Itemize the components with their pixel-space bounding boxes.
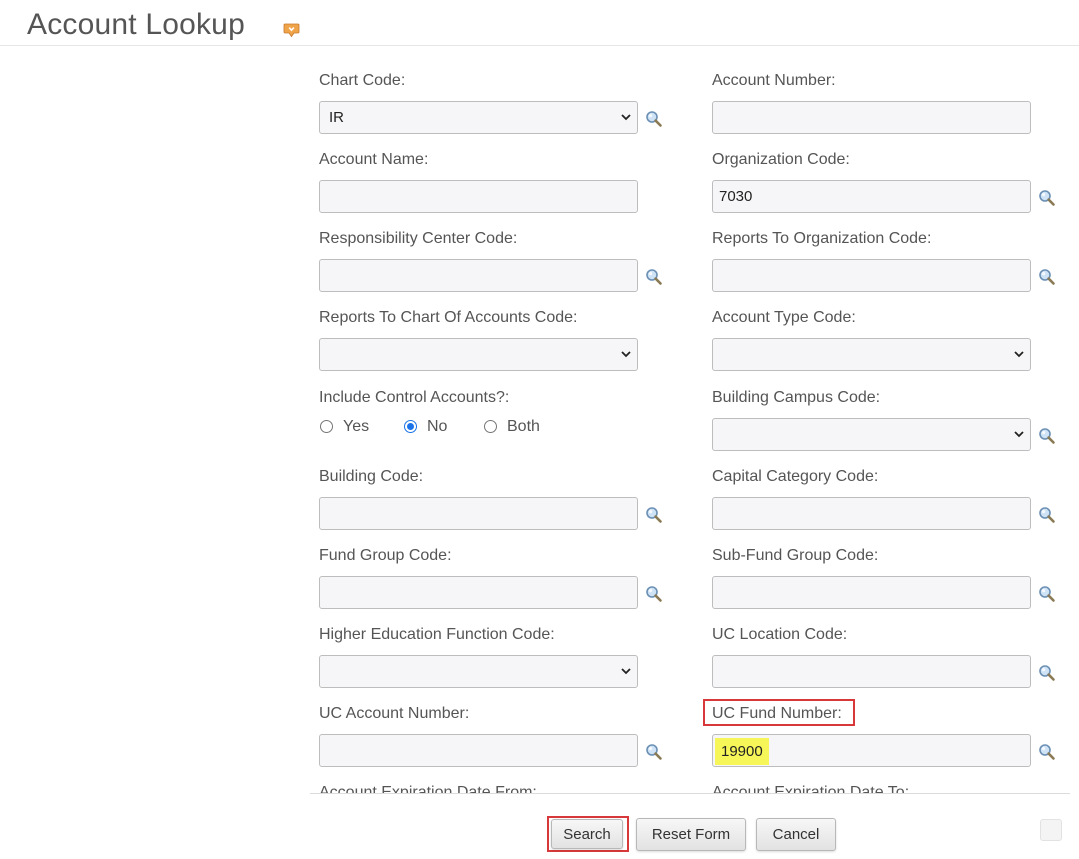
capital-category-input[interactable] (712, 497, 1031, 530)
radio-yes-label: Yes (343, 418, 370, 435)
sub-fund-group-field: Sub-Fund Group Code: (712, 546, 879, 609)
collapse-icon[interactable] (1040, 819, 1062, 841)
chevron-down-icon (1012, 427, 1026, 441)
uc-fund-number-field: UC Fund Number: 19900 (703, 699, 842, 767)
chevron-down-icon (619, 347, 633, 361)
uc-fund-number-lookup-icon[interactable] (1038, 743, 1056, 761)
chart-code-label: Chart Code: (319, 72, 406, 89)
sub-fund-group-input[interactable] (712, 576, 1031, 609)
uc-account-number-lookup-icon[interactable] (645, 743, 663, 761)
responsibility-center-label: Responsibility Center Code: (319, 230, 518, 247)
building-campus-field: Building Campus Code: (712, 388, 881, 451)
uc-location-input[interactable] (712, 655, 1031, 688)
uc-location-lookup-icon[interactable] (1038, 664, 1056, 682)
uc-fund-number-label-annotation (703, 699, 855, 726)
higher-ed-function-field: Higher Education Function Code: (319, 625, 638, 688)
capital-category-field: Capital Category Code: (712, 467, 879, 530)
account-type-label: Account Type Code: (712, 309, 856, 326)
uc-fund-number-value: 19900 (715, 738, 769, 765)
account-number-field: Account Number: (712, 71, 1031, 134)
uc-fund-number-input[interactable]: 19900 (712, 734, 1031, 767)
include-control-accounts-field: Include Control Accounts?: Yes No Both (319, 388, 540, 435)
building-campus-select[interactable] (712, 418, 1031, 451)
radio-both-label: Both (507, 418, 540, 435)
account-name-input[interactable] (319, 180, 638, 213)
uc-account-number-label: UC Account Number: (319, 705, 470, 722)
building-campus-label: Building Campus Code: (712, 389, 881, 406)
reports-to-chart-field: Reports To Chart Of Accounts Code: (319, 308, 638, 371)
uc-location-field: UC Location Code: (712, 625, 848, 688)
organization-code-label: Organization Code: (712, 151, 850, 168)
building-code-field: Building Code: (319, 467, 424, 530)
page-header: Account Lookup (0, 0, 1079, 46)
fund-group-field: Fund Group Code: (319, 546, 452, 609)
chevron-down-icon (1012, 347, 1026, 361)
sub-fund-group-label: Sub-Fund Group Code: (712, 547, 879, 564)
building-code-label: Building Code: (319, 468, 424, 485)
include-control-accounts-label: Include Control Accounts?: (319, 389, 510, 406)
search-button[interactable]: Search (551, 819, 623, 849)
cancel-button[interactable]: Cancel (756, 818, 836, 851)
uc-account-number-input[interactable] (319, 734, 638, 767)
lookup-form[interactable]: Chart Code: IR Account Number: Account N… (310, 46, 1070, 794)
reports-to-org-field: Reports To Organization Code: (712, 229, 932, 292)
reports-to-org-input[interactable] (712, 259, 1031, 292)
expiration-date-to-field: Account Expiration Date To: (712, 783, 910, 794)
reports-to-org-lookup-icon[interactable] (1038, 268, 1056, 286)
responsibility-center-field: Responsibility Center Code: (319, 229, 518, 292)
organization-code-field: Organization Code: (712, 150, 850, 213)
page-title: Account Lookup (27, 8, 245, 41)
radio-no-circle[interactable] (404, 420, 417, 433)
reports-to-org-label: Reports To Organization Code: (712, 230, 932, 247)
radio-no-label: No (427, 418, 448, 435)
chart-code-field: Chart Code: IR (319, 71, 406, 134)
chart-code-value: IR (329, 109, 344, 126)
building-code-input[interactable] (319, 497, 638, 530)
chart-code-select[interactable]: IR (319, 101, 638, 134)
reports-to-chart-label: Reports To Chart Of Accounts Code: (319, 309, 578, 326)
button-bar: Search Reset Form Cancel (310, 810, 1070, 859)
uc-account-number-field: UC Account Number: (319, 704, 470, 767)
account-number-label: Account Number: (712, 72, 836, 89)
radio-yes-circle[interactable] (320, 420, 333, 433)
chart-code-lookup-icon[interactable] (645, 110, 663, 128)
reset-form-button[interactable]: Reset Form (636, 818, 746, 851)
chevron-down-icon (619, 664, 633, 678)
account-number-input[interactable] (712, 101, 1031, 134)
higher-ed-function-label: Higher Education Function Code: (319, 626, 555, 643)
capital-category-lookup-icon[interactable] (1038, 506, 1056, 524)
expiration-date-from-label: Account Expiration Date From: (319, 784, 537, 794)
radio-both-circle[interactable] (484, 420, 497, 433)
uc-location-label: UC Location Code: (712, 626, 848, 643)
expiration-date-to-label: Account Expiration Date To: (712, 784, 910, 794)
capital-category-label: Capital Category Code: (712, 468, 879, 485)
fund-group-lookup-icon[interactable] (645, 585, 663, 603)
expiration-date-from-field: Account Expiration Date From: (319, 783, 537, 794)
account-name-label: Account Name: (319, 151, 429, 168)
account-name-field: Account Name: (319, 150, 638, 213)
building-code-lookup-icon[interactable] (645, 506, 663, 524)
organization-code-input[interactable] (712, 180, 1031, 213)
organization-code-lookup-icon[interactable] (1038, 189, 1056, 207)
fund-group-label: Fund Group Code: (319, 547, 452, 564)
higher-ed-function-select[interactable] (319, 655, 638, 688)
responsibility-center-input[interactable] (319, 259, 638, 292)
responsibility-center-lookup-icon[interactable] (645, 268, 663, 286)
sub-fund-group-lookup-icon[interactable] (1038, 585, 1056, 603)
account-type-select[interactable] (712, 338, 1031, 371)
building-campus-lookup-icon[interactable] (1038, 427, 1056, 445)
help-bubble-icon[interactable] (283, 22, 300, 38)
account-type-field: Account Type Code: (712, 308, 1031, 371)
chevron-down-icon (619, 110, 633, 124)
reports-to-chart-select[interactable] (319, 338, 638, 371)
fund-group-input[interactable] (319, 576, 638, 609)
